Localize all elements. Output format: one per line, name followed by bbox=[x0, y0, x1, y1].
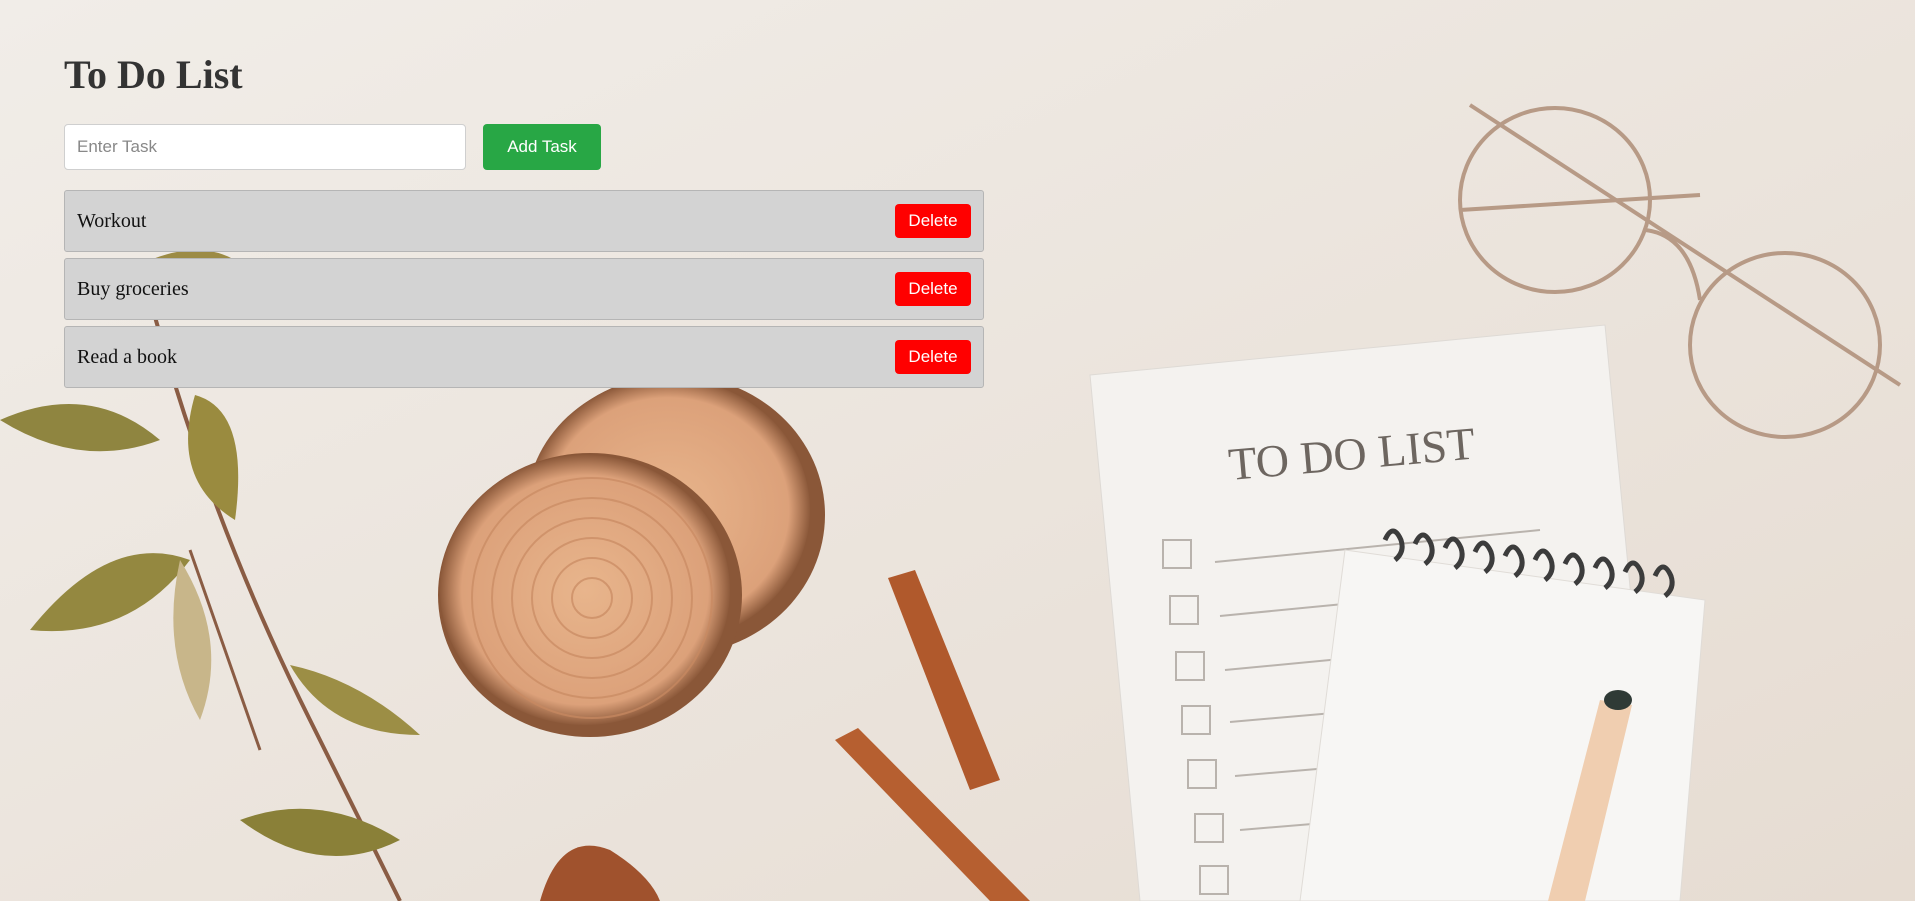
task-item: Buy groceries Delete bbox=[64, 258, 984, 320]
task-name: Read a book bbox=[77, 345, 177, 368]
todo-app: To Do List Add Task Workout Delete Buy g… bbox=[64, 48, 984, 394]
delete-task-button[interactable]: Delete bbox=[895, 272, 971, 306]
delete-task-button[interactable]: Delete bbox=[895, 340, 971, 374]
task-item: Read a book Delete bbox=[64, 326, 984, 388]
task-list: Workout Delete Buy groceries Delete Read… bbox=[64, 190, 984, 388]
delete-task-button[interactable]: Delete bbox=[895, 204, 971, 238]
page-title: To Do List bbox=[64, 52, 243, 97]
task-name: Workout bbox=[77, 209, 147, 232]
task-input-row: Add Task bbox=[64, 124, 984, 170]
add-task-button[interactable]: Add Task bbox=[483, 124, 601, 170]
task-name: Buy groceries bbox=[77, 277, 189, 300]
task-input[interactable] bbox=[64, 124, 466, 170]
task-item: Workout Delete bbox=[64, 190, 984, 252]
